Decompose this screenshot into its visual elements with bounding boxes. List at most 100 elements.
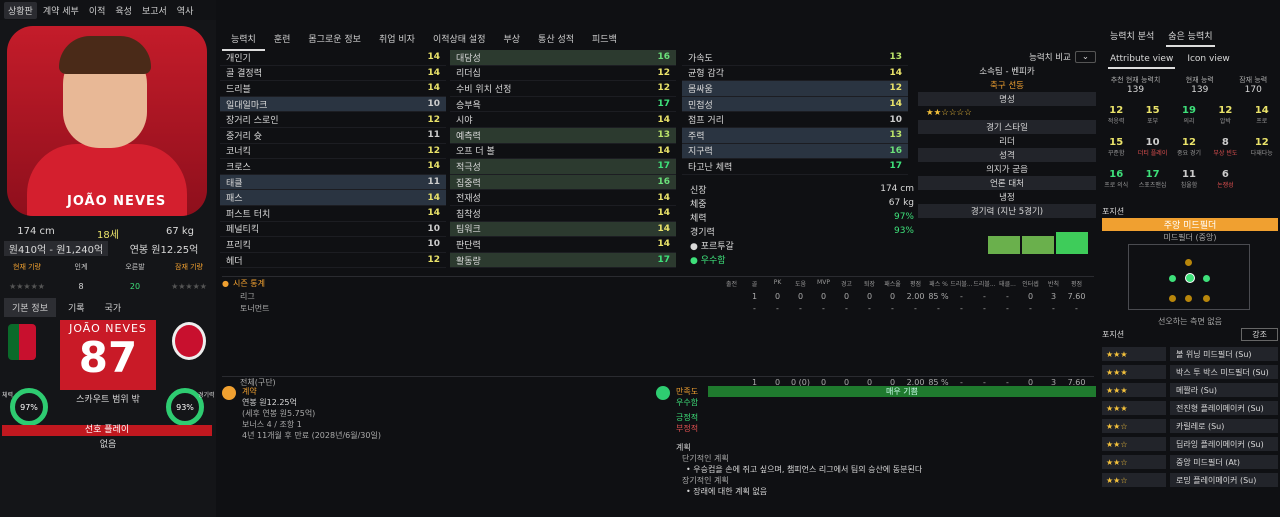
role-row[interactable]: ★★★ 박스 투 박스 미드필더 (Su) (1102, 364, 1278, 380)
role-name: 딥라잉 플레이메이커 (Su) (1170, 437, 1278, 451)
attribute-row[interactable]: 태클 11 (220, 174, 446, 191)
attribute-value: 12 (657, 67, 670, 78)
attribute-value: 14 (889, 67, 902, 78)
role-name: 카릴레로 (Su) (1170, 419, 1278, 433)
attribute-row[interactable]: 코너킥 12 (220, 144, 446, 160)
attribute-row[interactable]: 팀워크 14 (450, 221, 676, 238)
attribute-row[interactable]: 침착성 14 (450, 206, 676, 222)
stat-cell: - (799, 303, 802, 313)
attribute-row[interactable]: 중거리 슛 11 (220, 128, 446, 144)
role-row[interactable]: ★★★ 전진형 플레이메이커 (Su) (1102, 400, 1278, 416)
attribute-row[interactable]: 수비 위치 선정 12 (450, 81, 676, 97)
attribute-row[interactable]: 전재성 14 (450, 190, 676, 206)
stat-cell: 평점 (909, 281, 922, 288)
attribute-row[interactable]: 페널티킥 10 (220, 222, 446, 238)
attribute-row[interactable]: 일대일마크 10 (220, 96, 446, 113)
tab-feedback[interactable]: 피드백 (583, 28, 626, 51)
tab-icon-view[interactable]: Icon view (1185, 51, 1231, 69)
nav-reports[interactable]: 보고서 (138, 2, 171, 19)
attribute-row[interactable]: 지구력 16 (682, 143, 908, 160)
attribute-name: 침착성 (456, 209, 481, 220)
tab-visa[interactable]: 취업 비자 (370, 28, 424, 51)
attribute-row[interactable]: 판단력 14 (450, 237, 676, 253)
attribute-row[interactable]: 타고난 체력 17 (682, 159, 908, 175)
contract-title[interactable]: 계약 (242, 386, 381, 397)
attribute-value: 13 (889, 52, 902, 63)
attribute-value: 10 (427, 99, 440, 110)
attribute-name: 전재성 (456, 194, 481, 205)
reputation-header: 명성 (918, 92, 1096, 106)
tab-hidden-attributes[interactable]: 숨은 능력치 (1166, 26, 1215, 47)
role-name: 볼 위닝 미드필더 (Su) (1170, 347, 1278, 361)
attribute-row[interactable]: 예측력 13 (450, 127, 676, 144)
attribute-row[interactable]: 오프 더 볼 14 (450, 144, 676, 160)
nav-history[interactable]: 역사 (173, 2, 198, 19)
nav-transfer[interactable]: 이적 (85, 2, 110, 19)
attribute-row[interactable]: 적극성 17 (450, 159, 676, 175)
attribute-row[interactable]: 집중력 16 (450, 174, 676, 191)
happiness-title[interactable]: 만족도 (676, 386, 698, 397)
attribute-row[interactable]: 대담성 16 (450, 50, 676, 66)
role-name: 중앙 미드필더 (At) (1170, 455, 1278, 469)
attribute-row[interactable]: 주력 13 (682, 127, 908, 144)
attribute-name: 수비 위치 선정 (456, 84, 512, 95)
attribute-row[interactable]: 활동량 17 (450, 252, 676, 269)
media-header: 언론 대처 (918, 176, 1096, 190)
attribute-row[interactable]: 헤더 12 (220, 253, 446, 269)
stats-title[interactable]: 시즌 통계 (233, 278, 265, 289)
attribute-row[interactable]: 골 결정력 14 (220, 66, 446, 82)
attribute-value: 12 (427, 145, 440, 156)
tab-basic-info[interactable]: 기본 정보 (4, 298, 56, 317)
tab-attribute-view[interactable]: Attribute view (1108, 51, 1176, 69)
stat-cell: 반칙 (1047, 281, 1060, 288)
value[interactable]: 원410억 - 원1,240억 (4, 241, 108, 256)
card-number: 87 (78, 333, 138, 382)
nav-contract[interactable]: 계약 세부 (39, 2, 83, 19)
tab-records[interactable]: 기록 (60, 298, 93, 317)
tab-training[interactable]: 훈련 (265, 28, 300, 51)
attribute-row[interactable]: 패스 14 (220, 190, 446, 206)
attribute-row[interactable]: 개인기 14 (220, 50, 446, 66)
role-row[interactable]: ★★★ 메짤라 (Su) (1102, 382, 1278, 398)
media-value: 냉정 (999, 193, 1015, 203)
role-row[interactable]: ★★★ 볼 위닝 미드필더 (Su) (1102, 346, 1278, 362)
attribute-row[interactable]: 프리킥 10 (220, 237, 446, 253)
role-row[interactable]: ★★☆ 로밍 플레이메이커 (Su) (1102, 472, 1278, 488)
tab-attributes[interactable]: 능력치 (222, 28, 265, 51)
attribute-row[interactable]: 점프 거리 10 (682, 112, 908, 128)
player-panel: JOÃO NEVES 174 cm 18세 67 kg 원410억 - 원1,2… (0, 20, 216, 517)
nav-development[interactable]: 육성 (111, 2, 136, 19)
attribute-row[interactable]: 승부욕 17 (450, 97, 676, 113)
attribute-row[interactable]: 시야 14 (450, 112, 676, 128)
tab-ability-analysis[interactable]: 능력치 분석 (1108, 26, 1156, 47)
stat-cell: 인터셉 (1022, 281, 1039, 288)
attribute-value: 12 (889, 83, 902, 94)
attribute-row[interactable]: 퍼스트 터치 14 (220, 206, 446, 222)
tab-injury[interactable]: 부상 (494, 28, 529, 51)
tab-career[interactable]: 통산 성적 (529, 28, 583, 51)
attribute-value: 11 (427, 177, 440, 188)
roles-highlight-dropdown[interactable]: 강조 (1241, 328, 1278, 341)
hidden-attribute: 8 부상 빈도 (1213, 137, 1238, 157)
roles-header: 포지션 (1102, 330, 1125, 339)
attribute-row[interactable]: 균형 감각 14 (682, 66, 908, 82)
attribute-row[interactable]: 가속도 13 (682, 50, 908, 66)
attribute-row[interactable]: 몸싸움 12 (682, 81, 908, 97)
role-row[interactable]: ★★☆ 딥라잉 플레이메이커 (Su) (1102, 436, 1278, 452)
attribute-row[interactable]: 리더십 12 (450, 66, 676, 82)
nav-dashboard[interactable]: 상황판 (4, 1, 37, 19)
role-row[interactable]: ★★☆ 카릴레로 (Su) (1102, 418, 1278, 434)
role-row[interactable]: ★★☆ 중앙 미드필더 (At) (1102, 454, 1278, 470)
attribute-row[interactable]: 민첩성 14 (682, 96, 908, 113)
attribute-name: 리더십 (456, 69, 481, 80)
tab-transfer-status[interactable]: 이적상태 설정 (424, 28, 495, 51)
attribute-value: 14 (427, 208, 440, 219)
attribute-row[interactable]: 장거리 스로인 12 (220, 112, 446, 128)
tab-nation[interactable]: 국가 (97, 298, 130, 317)
tab-info[interactable]: 몸그로운 정보 (299, 28, 370, 51)
hidden-attribute: 12 압박 (1218, 105, 1233, 125)
attribute-row[interactable]: 크로스 14 (220, 159, 446, 175)
rating-card: JOÃO NEVES 87 (60, 320, 156, 390)
attribute-row[interactable]: 드리블 14 (220, 81, 446, 97)
compare-dropdown[interactable]: ⌄ (1074, 51, 1096, 63)
